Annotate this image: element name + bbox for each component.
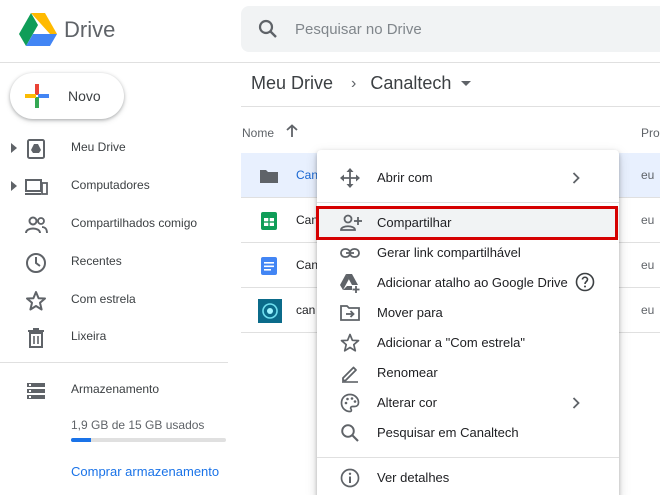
menu-divider [317, 202, 619, 203]
caret-right-icon[interactable] [10, 180, 18, 192]
sidebar-item-label: Recentes [71, 254, 122, 268]
search-icon[interactable] [258, 19, 278, 39]
menu-item-label: Pesquisar em Canaltech [377, 425, 519, 440]
context-menu: Abrir com Compartilhar Gerar link compar… [316, 150, 619, 495]
storage-progress-fill [71, 438, 91, 442]
column-header-name[interactable]: Nome [242, 126, 274, 140]
menu-item-label: Adicionar atalho ao Google Drive [377, 275, 568, 290]
trash-icon [24, 326, 48, 350]
sidebar-item-shared[interactable]: Compartilhados comigo [0, 207, 228, 241]
computers-icon [24, 175, 48, 199]
menu-item-search-in[interactable]: Pesquisar em Canaltech [317, 418, 619, 448]
link-icon [340, 243, 360, 263]
menu-item-change-color[interactable]: Alterar cor [317, 388, 619, 418]
breadcrumb: Meu Drive › Canaltech [251, 73, 472, 94]
sidebar-item-label: Armazenamento [71, 382, 160, 396]
file-owner: eu [641, 303, 655, 317]
search-input[interactable]: Pesquisar no Drive [295, 21, 422, 38]
annotation-highlight-box [316, 206, 618, 240]
menu-item-add-shortcut[interactable]: Adicionar atalho ao Google Drive [317, 268, 619, 298]
file-name: Can [296, 168, 319, 182]
menu-item-open-with[interactable]: Abrir com [317, 163, 619, 193]
file-owner: eu [641, 168, 655, 182]
chevron-right-icon: › [351, 74, 357, 92]
move-arrows-icon [340, 168, 360, 188]
sidebar-divider [0, 362, 228, 363]
star-outline-icon [340, 333, 360, 353]
storage-icon [24, 379, 48, 403]
caret-right-icon[interactable] [10, 142, 18, 154]
move-to-icon [340, 303, 360, 323]
breadcrumb-current[interactable]: Canaltech [370, 73, 451, 94]
file-owner: eu [641, 258, 655, 272]
sort-arrow-up-icon[interactable] [285, 124, 299, 138]
buy-storage-link[interactable]: Comprar armazenamento [71, 464, 219, 479]
column-header-owner[interactable]: Pro [641, 126, 660, 140]
menu-item-add-star[interactable]: Adicionar a "Com estrela" [317, 328, 619, 358]
menu-item-view-details[interactable]: Ver detalhes [317, 463, 619, 493]
menu-item-move-to[interactable]: Mover para [317, 298, 619, 328]
pencil-icon [340, 363, 360, 383]
menu-item-label: Abrir com [377, 170, 433, 185]
chevron-right-icon [572, 397, 580, 409]
shared-icon [24, 213, 48, 237]
menu-item-label: Mover para [377, 305, 443, 320]
app-header: Drive Pesquisar no Drive [0, 0, 660, 62]
menu-item-share[interactable]: Compartilhar [316, 206, 619, 240]
dropdown-arrow-icon[interactable] [461, 81, 472, 86]
docs-icon [259, 256, 279, 276]
menu-item-get-link[interactable]: Gerar link compartilhável [317, 238, 619, 268]
sheets-icon [259, 211, 279, 231]
storage-usage-text: 1,9 GB de 15 GB usados [71, 418, 205, 432]
info-icon [340, 468, 360, 488]
sidebar-item-starred[interactable]: Com estrela [0, 283, 228, 317]
folder-icon [259, 166, 279, 186]
drive-shortcut-icon [340, 273, 360, 293]
menu-item-label: Renomear [377, 365, 438, 380]
sidebar-item-label: Com estrela [71, 292, 136, 306]
sidebar-item-label: Compartilhados comigo [71, 216, 198, 230]
help-circle-icon[interactable] [575, 272, 595, 292]
menu-item-rename[interactable]: Renomear [317, 358, 619, 388]
sidebar-item-label: Lixeira [71, 329, 107, 343]
search-bar[interactable]: Pesquisar no Drive [241, 6, 660, 52]
new-button-label: Novo [68, 88, 101, 104]
star-icon [24, 289, 48, 313]
menu-divider [317, 457, 619, 458]
menu-item-label: Adicionar a "Com estrela" [377, 335, 525, 350]
toolbar-divider [241, 106, 660, 107]
menu-item-label: Gerar link compartilhável [377, 245, 521, 260]
clock-icon [24, 251, 48, 275]
sidebar-item-label: Meu Drive [71, 140, 126, 154]
menu-item-label: Ver detalhes [377, 470, 450, 485]
file-owner: eu [641, 213, 655, 227]
breadcrumb-root[interactable]: Meu Drive [251, 73, 333, 94]
sidebar-item-computers[interactable]: Computadores [0, 169, 228, 203]
sidebar-item-trash[interactable]: Lixeira [0, 320, 228, 354]
storage-progress-bar [71, 438, 226, 442]
sidebar-item-label: Computadores [71, 178, 150, 192]
image-thumb-icon [258, 299, 282, 323]
menu-item-label: Alterar cor [377, 395, 437, 410]
sidebar-item-recent[interactable]: Recentes [0, 245, 228, 279]
sidebar-item-storage[interactable]: Armazenamento [0, 373, 228, 407]
app-title[interactable]: Drive [64, 17, 115, 43]
file-name: Can [296, 213, 319, 227]
sidebar-item-my-drive[interactable]: Meu Drive [0, 131, 228, 165]
new-button[interactable]: Novo [10, 73, 124, 119]
chevron-right-icon [572, 172, 580, 184]
header-divider [0, 62, 660, 63]
palette-icon [340, 393, 360, 413]
file-name: can [296, 303, 316, 317]
plus-icon [25, 84, 49, 108]
file-name: Can [296, 258, 319, 272]
my-drive-icon [24, 137, 48, 161]
drive-logo-icon[interactable] [19, 13, 57, 47]
search-icon [340, 423, 360, 443]
